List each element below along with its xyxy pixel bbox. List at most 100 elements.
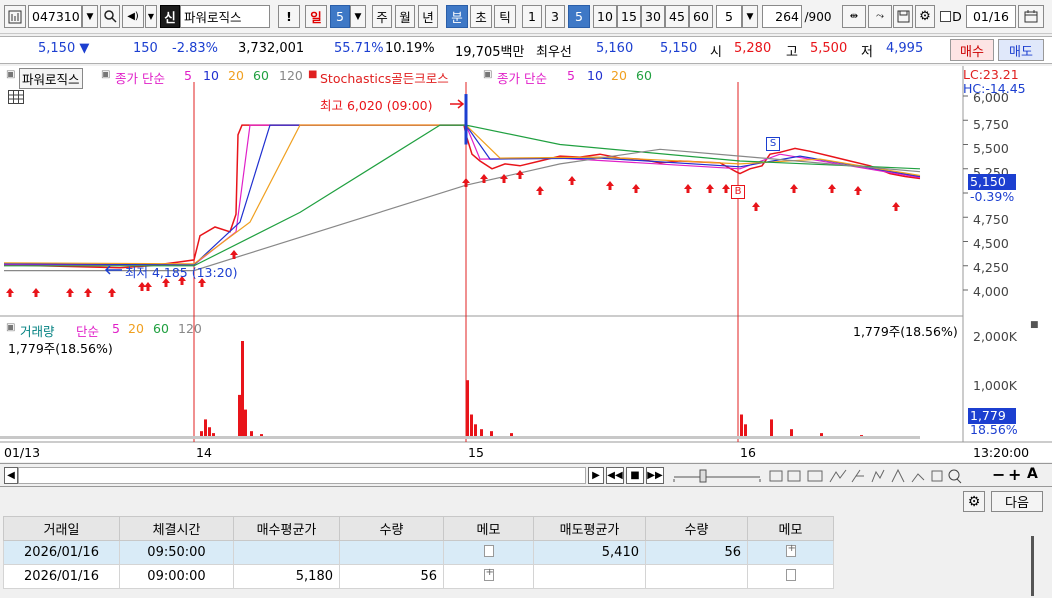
trend-icon[interactable]: ⤳ [868, 5, 892, 28]
period-dropdown-icon[interactable]: ▼ [350, 5, 366, 28]
volume-ratio: 55.71% [334, 41, 384, 56]
stock-code-input[interactable]: 047310 [28, 5, 82, 28]
period-count-select[interactable]: 5 [330, 5, 350, 28]
cell-date: 2026/01/16 [3, 564, 120, 589]
buy-arrow-icon [752, 202, 760, 211]
col-buy-memo[interactable]: 메모 [443, 516, 534, 541]
interval-45[interactable]: 45 [665, 5, 689, 28]
interval-3[interactable]: 3 [545, 5, 565, 28]
volume-tick-1000k: 1,000K [973, 378, 1017, 393]
count-input[interactable]: 5 [716, 5, 742, 28]
table-row[interactable]: 2026/01/16 09:50:00 5,410 56 [3, 540, 834, 565]
cell-sell-memo[interactable] [747, 564, 834, 589]
interval-10[interactable]: 10 [593, 5, 617, 28]
sell-button[interactable]: 매도 [998, 39, 1044, 61]
col-buy-avg[interactable]: 매수평균가 [233, 516, 340, 541]
low-annotation: 최저 4,185 (13:20) [125, 265, 238, 280]
tab-minute[interactable]: 분 [446, 5, 468, 28]
buy-arrow-icon [606, 181, 614, 190]
turnover-rate: 10.19% [385, 41, 435, 56]
cell-sell-qty [645, 564, 748, 589]
interval-5[interactable]: 5 [568, 5, 590, 28]
buy-button[interactable]: 매수 [950, 39, 994, 61]
count-dropdown-icon[interactable]: ▼ [742, 5, 758, 28]
cell-sell-avg [533, 564, 646, 589]
interval-60[interactable]: 60 [689, 5, 713, 28]
speaker-dropdown-icon[interactable]: ▼ [145, 5, 157, 28]
date-input[interactable]: 01/16 [966, 5, 1016, 28]
chart-menu-icon[interactable] [4, 5, 26, 28]
zoom-slider[interactable] [672, 469, 762, 483]
price-tick-4000: 4,000 [973, 284, 1009, 299]
interval-1[interactable]: 1 [522, 5, 542, 28]
drawing-tools[interactable] [768, 468, 968, 484]
tab-month[interactable]: 월 [395, 5, 415, 28]
tab-second[interactable]: 초 [470, 5, 492, 28]
time-axis-right-label: 13:20:00 [973, 445, 1030, 460]
tab-year[interactable]: 년 [418, 5, 438, 28]
price-chart[interactable]: ▣ 파워로직스 ▣ 종가 단순 5 10 20 60 120 ■ Stochas… [0, 66, 1052, 462]
cell-buy-avg [233, 540, 340, 565]
memo-icon[interactable] [785, 568, 796, 581]
col-sell-avg[interactable]: 매도평균가 [533, 516, 646, 541]
tab-day[interactable]: 일 [305, 5, 327, 28]
memo-add-icon[interactable] [483, 567, 494, 581]
cell-buy-memo[interactable] [443, 564, 534, 589]
panel-settings-gear-icon[interactable]: ⚙ [963, 491, 985, 512]
tab-tick[interactable]: 틱 [494, 5, 516, 28]
buy-arrow-icon [144, 282, 152, 291]
date-checkbox[interactable] [938, 5, 952, 28]
legend-stoch-ma-label[interactable]: 종가 단순 [497, 68, 547, 87]
col-exec-time[interactable]: 체결시간 [119, 516, 234, 541]
trade-history-panel: ⚙ 다음 거래일 체결시간 매수평균가 수량 메모 매도평균가 수량 메모 20… [0, 488, 1052, 598]
chart-toolbar: 047310 ▼ ◀) ▼ 신 파워로직스 ! 일 5 ▼ 주 월 년 분 초 … [0, 0, 1052, 34]
next-button[interactable]: 다음 [991, 491, 1043, 512]
memo-add-icon[interactable] [785, 543, 796, 557]
high-annotation: 최고 6,020 (09:00) [320, 98, 433, 113]
alert-button[interactable]: ! [278, 5, 300, 28]
interval-15[interactable]: 15 [617, 5, 641, 28]
code-dropdown-icon[interactable]: ▼ [82, 5, 98, 28]
zoom-icon[interactable]: ⇹ [842, 5, 866, 28]
table-row[interactable]: 2026/01/16 09:00:00 5,180 56 [3, 564, 834, 589]
volume-ma5: 5 [112, 321, 120, 336]
interval-30[interactable]: 30 [641, 5, 665, 28]
zoom-in-icon[interactable]: + [1008, 465, 1021, 484]
col-buy-qty[interactable]: 수량 [339, 516, 444, 541]
legend-ma10: 10 [203, 68, 219, 83]
col-trade-date[interactable]: 거래일 [3, 516, 120, 541]
volume-panel-menu-icon[interactable]: ■ [1030, 320, 1039, 330]
stop-icon[interactable]: ■ [626, 467, 644, 484]
first-page-icon[interactable]: ◀◀ [606, 467, 624, 484]
tab-week[interactable]: 주 [372, 5, 392, 28]
price-change: 150 [133, 41, 158, 56]
legend-ma-label[interactable]: 종가 단순 [115, 68, 165, 87]
legend-stock-name[interactable]: 파워로직스 [19, 68, 83, 89]
last-page-icon[interactable]: ▶▶ [646, 467, 664, 484]
font-size-icon[interactable]: A [1027, 466, 1038, 482]
zoom-out-icon[interactable]: − [992, 465, 1005, 484]
col-sell-qty[interactable]: 수량 [645, 516, 748, 541]
high-label: 고 [786, 45, 798, 60]
cell-sell-memo[interactable] [747, 540, 834, 565]
calendar-icon[interactable] [1018, 5, 1044, 28]
scroll-right-icon[interactable]: ▶ [588, 467, 604, 484]
legend-stoch-label[interactable]: Stochastics골든크로스 [320, 68, 449, 87]
cell-buy-memo[interactable] [443, 540, 534, 565]
table-vertical-scrollbar[interactable] [1031, 536, 1034, 596]
cell-buy-avg: 5,180 [233, 564, 340, 589]
stock-name-field[interactable]: 파워로직스 [180, 5, 270, 28]
speaker-icon[interactable]: ◀) [122, 5, 144, 28]
gear-icon[interactable]: ⚙ [915, 5, 935, 28]
volume-ma20: 20 [128, 321, 144, 336]
horizontal-scrollbar[interactable] [18, 467, 586, 484]
save-icon[interactable] [893, 5, 913, 28]
search-icon[interactable] [100, 5, 120, 28]
scroll-left-icon[interactable]: ◀ [4, 467, 18, 484]
high-arrow-icon [450, 99, 465, 109]
memo-icon[interactable] [483, 544, 494, 557]
open-label: 시 [710, 45, 722, 60]
bar-count-input[interactable]: 264 [762, 5, 802, 28]
col-sell-memo[interactable]: 메모 [747, 516, 834, 541]
legend-ma-box-icon: ▣ [101, 69, 111, 80]
